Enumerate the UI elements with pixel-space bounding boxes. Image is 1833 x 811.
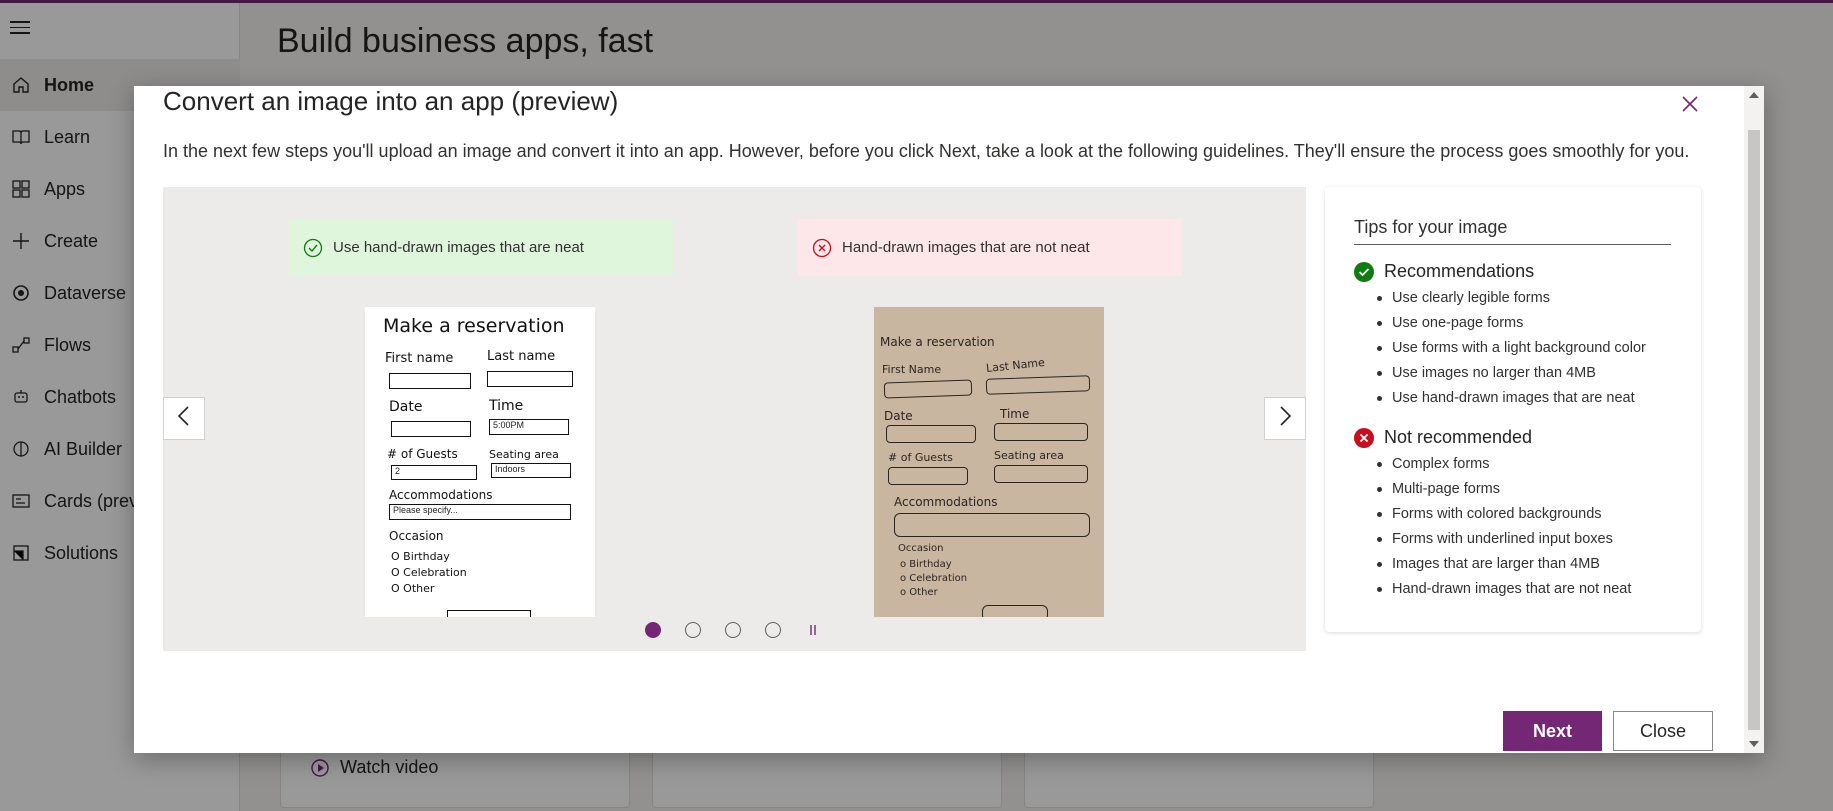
convert-image-dialog: Convert an image into an app (preview) I… bbox=[134, 86, 1764, 753]
sample-field bbox=[487, 371, 573, 387]
list-item: Use clearly legible forms bbox=[1375, 286, 1646, 311]
dialog-title: Convert an image into an app (preview) bbox=[163, 86, 619, 116]
sample-label: Seating area bbox=[489, 448, 559, 461]
bad-example-banner: Hand-drawn images that are not neat bbox=[798, 219, 1182, 276]
sample-field bbox=[994, 465, 1088, 483]
scroll-down-arrow-icon[interactable] bbox=[1749, 741, 1759, 747]
sample-label: Accommodations bbox=[389, 488, 493, 502]
dialog-scrollbar[interactable] bbox=[1744, 86, 1764, 753]
sample-heading: Make a reservation bbox=[880, 335, 995, 349]
sample-field bbox=[391, 421, 471, 437]
scroll-up-arrow-icon[interactable] bbox=[1749, 92, 1759, 98]
next-slide-button[interactable] bbox=[1264, 397, 1306, 440]
sample-label: Occasion bbox=[389, 529, 444, 543]
error-circle-filled-icon bbox=[1354, 427, 1374, 448]
sample-label: # of Guests bbox=[387, 447, 458, 461]
slide-dot-4[interactable] bbox=[765, 622, 781, 638]
good-banner-text: Use hand-drawn images that are neat bbox=[333, 239, 584, 256]
tips-panel: Tips for your image Recommendations Use … bbox=[1325, 187, 1701, 632]
list-item: Use hand-drawn images that are neat bbox=[1375, 386, 1646, 411]
sample-option: O Celebration bbox=[391, 566, 467, 579]
sample-option: o Other bbox=[900, 587, 938, 598]
sample-field bbox=[982, 605, 1048, 617]
sample-option: o Birthday bbox=[900, 559, 952, 570]
slide-dot-2[interactable] bbox=[685, 622, 701, 638]
sample-field bbox=[994, 423, 1088, 441]
sample-field: Please specify... bbox=[389, 504, 571, 520]
sample-label: Last name bbox=[487, 349, 556, 364]
sample-heading: Make a reservation bbox=[383, 315, 565, 337]
scroll-thumb[interactable] bbox=[1748, 130, 1760, 730]
sample-option: O Birthday bbox=[391, 550, 450, 563]
sample-field: 5:00PM bbox=[489, 419, 569, 435]
next-button[interactable]: Next bbox=[1503, 711, 1602, 751]
close-button[interactable]: Close bbox=[1613, 711, 1713, 751]
list-item: Hand-drawn images that are not neat bbox=[1375, 577, 1631, 602]
list-item: Forms with underlined input boxes bbox=[1375, 527, 1631, 552]
not-recommended-title: Not recommended bbox=[1384, 427, 1533, 447]
messy-sample-image: Make a reservation First Name Last Name … bbox=[874, 307, 1104, 617]
pause-icon[interactable] bbox=[805, 622, 821, 638]
tips-title: Tips for your image bbox=[1354, 217, 1671, 245]
sample-label: Date bbox=[389, 399, 423, 415]
sample-field bbox=[894, 513, 1090, 537]
neat-sample-image: Make a reservation First name Last name … bbox=[365, 307, 595, 617]
list-item: Complex forms bbox=[1375, 452, 1631, 477]
not-recommended-heading: Not recommended bbox=[1354, 427, 1532, 448]
close-icon[interactable] bbox=[1678, 92, 1702, 116]
sample-field bbox=[888, 467, 968, 485]
check-circle-filled-icon bbox=[1354, 261, 1374, 282]
check-circle-icon bbox=[303, 238, 323, 258]
error-circle-icon bbox=[812, 238, 832, 258]
bad-banner-text: Hand-drawn images that are not neat bbox=[842, 239, 1090, 256]
sample-field bbox=[389, 373, 471, 389]
not-recommended-list: Complex forms Multi-page forms Forms wit… bbox=[1375, 452, 1631, 602]
sample-label: Seating area bbox=[994, 449, 1064, 462]
sample-label: First name bbox=[385, 351, 454, 366]
recommendations-heading: Recommendations bbox=[1354, 261, 1534, 282]
chevron-right-icon bbox=[1277, 405, 1293, 432]
previous-slide-button[interactable] bbox=[163, 397, 205, 440]
sample-label: Last Name bbox=[985, 355, 1046, 376]
slide-dot-1[interactable] bbox=[645, 622, 661, 638]
recommendations-title: Recommendations bbox=[1384, 261, 1535, 281]
sample-label: Accommodations bbox=[894, 495, 998, 509]
sample-label: # of Guests bbox=[888, 451, 953, 464]
dialog-description: In the next few steps you'll upload an i… bbox=[163, 141, 1690, 161]
good-example-banner: Use hand-drawn images that are neat bbox=[289, 219, 673, 276]
sample-label: First Name bbox=[882, 363, 942, 376]
recommendations-list: Use clearly legible forms Use one-page f… bbox=[1375, 286, 1646, 411]
chevron-left-icon bbox=[176, 405, 192, 432]
sample-field bbox=[886, 425, 976, 443]
sample-option: o Celebration bbox=[900, 573, 968, 584]
sample-field: Indoors bbox=[491, 463, 571, 478]
sample-field: 2 bbox=[391, 465, 477, 480]
guidelines-carousel: Use hand-drawn images that are neat Hand… bbox=[163, 187, 1306, 651]
sample-label: Time bbox=[489, 398, 524, 414]
list-item: Images that are larger than 4MB bbox=[1375, 552, 1631, 577]
sample-label: Date bbox=[884, 409, 913, 423]
list-item: Use images no larger than 4MB bbox=[1375, 361, 1646, 386]
list-item: Multi-page forms bbox=[1375, 477, 1631, 502]
carousel-pagination bbox=[645, 622, 821, 638]
slide-dot-3[interactable] bbox=[725, 622, 741, 638]
sample-field bbox=[447, 610, 531, 617]
sample-option: O Other bbox=[391, 582, 435, 595]
list-item: Forms with colored backgrounds bbox=[1375, 502, 1631, 527]
list-item: Use one-page forms bbox=[1375, 311, 1646, 336]
list-item: Use forms with a light background color bbox=[1375, 336, 1646, 361]
sample-field bbox=[985, 375, 1091, 395]
sample-label: Time bbox=[1000, 407, 1030, 421]
sample-label: Occasion bbox=[898, 543, 944, 554]
sample-field bbox=[883, 379, 973, 399]
